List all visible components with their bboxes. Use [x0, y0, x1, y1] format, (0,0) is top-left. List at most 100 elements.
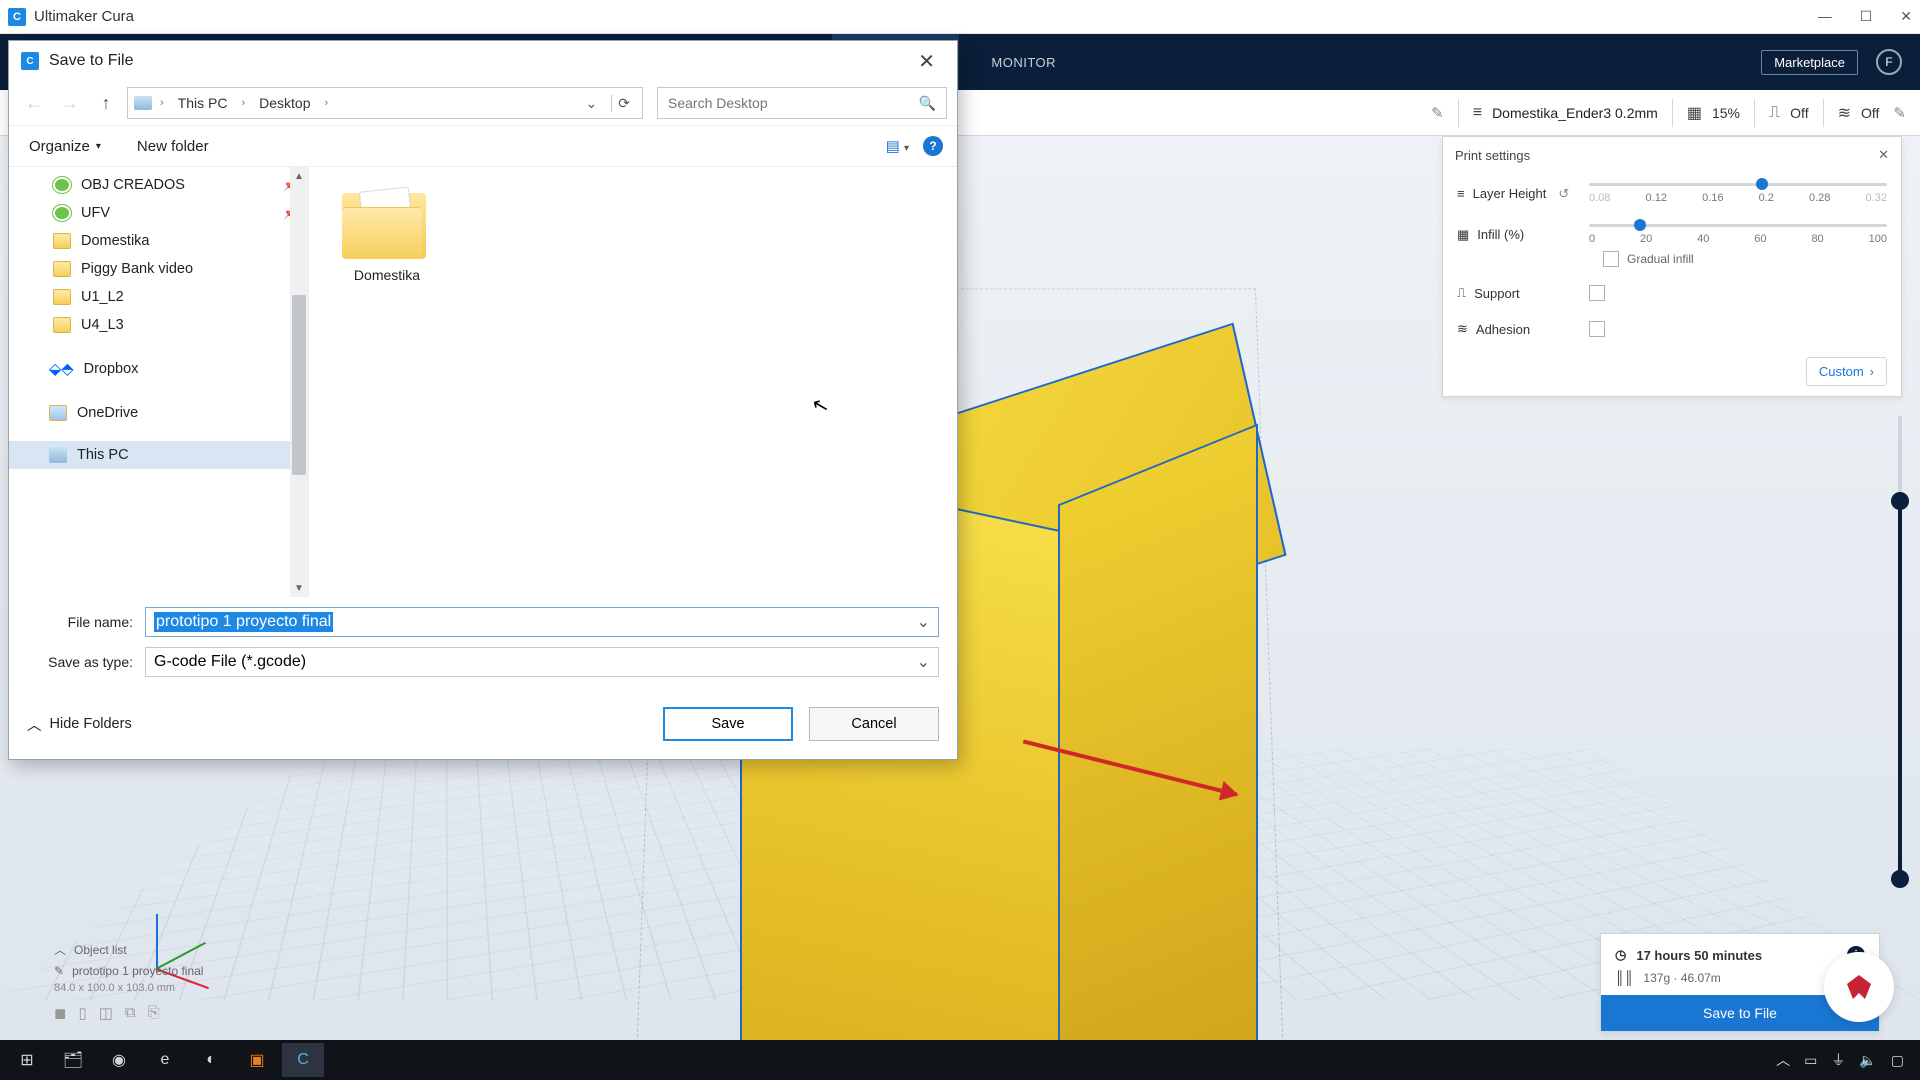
user-avatar[interactable]: F — [1876, 49, 1902, 75]
summary-support: Off — [1790, 105, 1808, 121]
search-box[interactable]: 🔍 — [657, 87, 947, 119]
filename-dropdown-icon[interactable]: ⌄ — [911, 612, 930, 632]
view-mode-icon[interactable]: ▤ ▾ — [886, 137, 909, 155]
breadcrumb-desktop[interactable]: Desktop — [253, 93, 316, 113]
support-checkbox[interactable] — [1589, 285, 1605, 301]
tool-paste-icon[interactable]: ⎘ — [148, 1004, 160, 1022]
object-list-toggle[interactable]: ︿ Object list — [54, 941, 203, 958]
filetype-dropdown-icon[interactable]: ⌄ — [911, 652, 930, 672]
tool-box-icon[interactable]: ▯ — [78, 1004, 86, 1022]
taskbar-app1-icon[interactable]: ◐ — [190, 1043, 232, 1077]
object-list-item[interactable]: ✎ prototipo 1 proyecto final — [54, 964, 203, 978]
search-icon[interactable]: 🔍 — [919, 95, 936, 112]
gradual-infill-checkbox[interactable] — [1603, 251, 1619, 267]
tool-cube-icon[interactable]: ◼ — [54, 1004, 66, 1022]
tray-battery-icon[interactable]: ▭ — [1804, 1052, 1817, 1069]
printer-profile-label[interactable]: Domestika_Ender3 0.2mm — [1492, 105, 1658, 121]
refresh-icon[interactable]: ⟳ — [611, 95, 636, 112]
new-folder-button[interactable]: New folder — [131, 134, 215, 159]
eye-icon[interactable]: ✎ — [54, 964, 64, 978]
infill-tick: 40 — [1697, 233, 1709, 245]
dialog-close-icon[interactable]: ✕ — [908, 45, 945, 78]
taskbar-edge-icon[interactable]: e — [144, 1043, 186, 1077]
tree-scrollbar[interactable]: ▲ ▼ — [290, 167, 308, 597]
taskbar-app2-icon[interactable]: ▣ — [236, 1043, 278, 1077]
tray-notifications-icon[interactable]: ▢ — [1891, 1052, 1904, 1069]
breadcrumb-dropdown-icon[interactable]: ⌄ — [580, 95, 604, 112]
layer-slider-top-handle[interactable] — [1891, 492, 1909, 510]
layers-icon: ≡ — [1473, 104, 1482, 122]
folder-icon — [53, 317, 71, 333]
custom-settings-button[interactable]: Custom› — [1806, 357, 1887, 386]
taskbar-explorer-icon[interactable]: 🗂 — [52, 1043, 94, 1077]
cancel-button[interactable]: Cancel — [809, 707, 939, 741]
tree-item[interactable]: This PC — [9, 441, 308, 469]
layer-height-handle[interactable] — [1756, 178, 1768, 190]
marketplace-button[interactable]: Marketplace — [1761, 50, 1858, 75]
tree-item[interactable]: OneDrive — [9, 399, 308, 427]
dialog-title: Save to File — [49, 52, 133, 70]
scroll-down-icon[interactable]: ▼ — [290, 579, 308, 597]
onedrive-icon — [49, 405, 67, 421]
tree-item[interactable]: ⬙⬘Dropbox — [9, 353, 308, 385]
search-input[interactable] — [668, 95, 919, 111]
tree-item[interactable]: Domestika — [9, 227, 308, 255]
adhesion-icon: ≋ — [1838, 103, 1851, 123]
file-area[interactable]: Domestika — [309, 167, 957, 597]
infill-tick: 0 — [1589, 233, 1595, 245]
chevron-right-icon[interactable]: › — [237, 97, 249, 109]
layer-slider-bottom-handle[interactable] — [1891, 870, 1909, 888]
infill-slider[interactable] — [1589, 224, 1887, 227]
taskbar-chrome-icon[interactable]: ◉ — [98, 1043, 140, 1077]
tree-item[interactable]: U4_L3 — [9, 311, 308, 339]
tool-shade-icon[interactable]: ◫ — [99, 1004, 113, 1022]
summary-infill: 15% — [1712, 105, 1740, 121]
pencil-icon[interactable]: ✎ — [1431, 104, 1444, 122]
organize-button[interactable]: Organize▾ — [23, 134, 107, 159]
start-button[interactable]: ⊞ — [6, 1043, 48, 1077]
tree-item-label: OneDrive — [77, 405, 138, 421]
folder-icon — [53, 289, 71, 305]
save-button[interactable]: Save — [663, 707, 793, 741]
filetype-field[interactable]: G-code File (*.gcode) ⌄ — [145, 647, 939, 677]
tree-item[interactable]: UFV📌 — [9, 199, 308, 227]
adhesion-checkbox[interactable] — [1589, 321, 1605, 337]
scroll-up-icon[interactable]: ▲ — [290, 167, 308, 185]
tray-volume-icon[interactable]: 🔈 — [1859, 1052, 1876, 1069]
tree-item[interactable]: OBJ CREADOS📌 — [9, 171, 308, 199]
hide-folders-toggle[interactable]: ︿ Hide Folders — [27, 714, 132, 735]
save-file-dialog: C Save to File ✕ ← → ↑ › This PC › Deskt… — [8, 40, 958, 760]
tray-chevron-icon[interactable]: ︿ — [1776, 1050, 1790, 1070]
minimize-icon[interactable]: — — [1818, 8, 1832, 25]
pc-icon — [49, 447, 67, 463]
close-icon[interactable]: ✕ — [1900, 8, 1912, 25]
infill-handle[interactable] — [1634, 219, 1646, 231]
tab-monitor[interactable]: MONITOR — [959, 34, 1088, 90]
pencil-icon-2[interactable]: ✎ — [1893, 104, 1906, 122]
nav-up-icon[interactable]: ↑ — [91, 93, 121, 114]
chevron-right-icon[interactable]: › — [321, 97, 333, 109]
layer-height-slider[interactable] — [1589, 183, 1887, 186]
reset-icon[interactable]: ↺ — [1558, 186, 1569, 202]
file-item[interactable]: Domestika — [327, 185, 447, 283]
tool-copy-icon[interactable]: ⧉ — [125, 1004, 136, 1022]
breadcrumb-bar[interactable]: › This PC › Desktop › ⌄ ⟳ — [127, 87, 643, 119]
help-icon[interactable]: ? — [923, 136, 943, 156]
tree-item[interactable]: U1_L2 — [9, 283, 308, 311]
brand-badge[interactable] — [1824, 952, 1894, 1022]
close-icon[interactable]: ✕ — [1878, 147, 1889, 163]
infill-label: Infill (%) — [1477, 227, 1524, 242]
support-icon: ⎍ — [1769, 104, 1780, 122]
maximize-icon[interactable]: ☐ — [1860, 8, 1873, 25]
filename-field[interactable]: prototipo 1 proyecto final ⌄ — [145, 607, 939, 637]
tree-item-label: Dropbox — [84, 361, 139, 377]
tray-wifi-icon[interactable]: ⏚ — [1831, 1050, 1845, 1070]
chevron-right-icon[interactable]: › — [156, 97, 168, 109]
tree-item[interactable]: Piggy Bank video — [9, 255, 308, 283]
layer-slider[interactable] — [1898, 416, 1902, 880]
scroll-thumb[interactable] — [292, 295, 306, 475]
filename-input[interactable]: prototipo 1 proyecto final — [154, 612, 333, 632]
filetype-label: Save as type: — [27, 654, 133, 670]
taskbar-cura-icon[interactable]: C — [282, 1043, 324, 1077]
breadcrumb-this-pc[interactable]: This PC — [172, 93, 234, 113]
